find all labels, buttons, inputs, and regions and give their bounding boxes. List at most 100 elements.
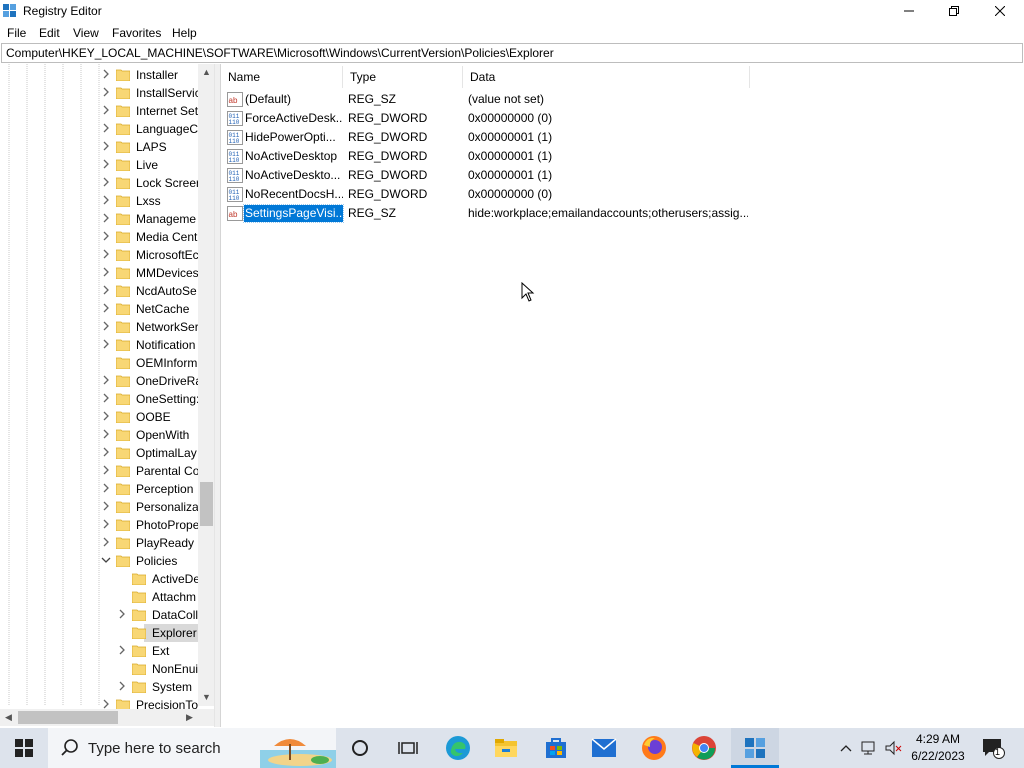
tree-item[interactable]: LAPS: [0, 138, 200, 156]
tree-item[interactable]: NonEnui: [0, 660, 200, 678]
chevron-right-icon[interactable]: [101, 303, 111, 315]
value-row[interactable]: 011 110 ForceActiveDesk... REG_DWORD 0x00000…: [221, 109, 1024, 128]
tree-item[interactable]: Explorer: [0, 624, 214, 642]
tray-overflow-button[interactable]: [836, 728, 856, 768]
chevron-right-icon[interactable]: [101, 519, 111, 531]
chevron-right-icon[interactable]: [117, 645, 127, 657]
scroll-right-icon[interactable]: ▶: [181, 709, 198, 726]
taskbar-firefox[interactable]: [630, 728, 678, 768]
tree-horizontal-scrollbar[interactable]: ◀ ▶: [0, 709, 198, 726]
chevron-right-icon[interactable]: [101, 339, 111, 351]
tree-item[interactable]: OpenWith: [0, 426, 200, 444]
tree-vertical-scrollbar[interactable]: ▲ ▼: [198, 64, 214, 706]
menu-help[interactable]: Help: [172, 26, 197, 40]
restore-button[interactable]: [931, 0, 977, 23]
taskbar-clock[interactable]: 4:29 AM 6/22/2023: [900, 731, 976, 765]
column-name-header[interactable]: Name: [221, 66, 343, 88]
chevron-right-icon[interactable]: [101, 447, 111, 459]
column-type-header[interactable]: Type: [343, 66, 463, 88]
taskbar-chrome[interactable]: [680, 728, 728, 768]
scroll-up-icon[interactable]: ▲: [198, 64, 214, 81]
tree-item[interactable]: PlayReady: [0, 534, 200, 552]
chevron-right-icon[interactable]: [101, 141, 111, 153]
tree-item[interactable]: NcdAutoSe: [0, 282, 200, 300]
chevron-right-icon[interactable]: [101, 321, 111, 333]
value-row[interactable]: 011 110 NoActiveDeskto... REG_DWORD 0x000000…: [221, 166, 1024, 185]
chevron-right-icon[interactable]: [101, 123, 111, 135]
chevron-right-icon[interactable]: [117, 609, 127, 621]
value-row[interactable]: ab (Default) REG_SZ (value not set): [221, 90, 1024, 109]
column-data-header[interactable]: Data: [463, 66, 750, 88]
taskbar-edge[interactable]: [434, 728, 482, 768]
action-center-button[interactable]: 1: [980, 728, 1006, 768]
tree-item[interactable]: Policies: [0, 552, 200, 570]
chevron-right-icon[interactable]: [101, 195, 111, 207]
close-button[interactable]: [977, 0, 1023, 23]
tree-item[interactable]: OneSetting:: [0, 390, 200, 408]
menu-favorites[interactable]: Favorites: [112, 26, 161, 40]
chevron-right-icon[interactable]: [101, 285, 111, 297]
value-row[interactable]: ab SettingsPageVisi... REG_SZ hide:workplac…: [221, 204, 1024, 223]
chevron-down-icon[interactable]: [101, 555, 111, 567]
menu-file[interactable]: File: [7, 26, 26, 40]
tree-item[interactable]: InstallServic: [0, 84, 200, 102]
tree-item[interactable]: LanguageC: [0, 120, 200, 138]
tray-network[interactable]: [860, 728, 880, 768]
tree-item[interactable]: Notification: [0, 336, 200, 354]
tree-item[interactable]: Parental Co: [0, 462, 200, 480]
chevron-right-icon[interactable]: [101, 159, 111, 171]
scroll-down-icon[interactable]: ▼: [198, 689, 214, 706]
tree-item[interactable]: Live: [0, 156, 200, 174]
tree-item[interactable]: OptimalLay: [0, 444, 200, 462]
value-row[interactable]: 011 110 HidePowerOpti... REG_DWORD 0x0000000…: [221, 128, 1024, 147]
taskbar-mail[interactable]: [580, 728, 628, 768]
chevron-right-icon[interactable]: [101, 69, 111, 81]
minimize-button[interactable]: [886, 0, 932, 23]
tree-item[interactable]: NetCache: [0, 300, 200, 318]
tree-item[interactable]: OEMInform: [0, 354, 200, 372]
tree-item[interactable]: OneDriveRa: [0, 372, 200, 390]
tree-item[interactable]: Media Cent: [0, 228, 200, 246]
chevron-right-icon[interactable]: [101, 501, 111, 513]
tree-item[interactable]: Installer: [0, 66, 200, 84]
tree-item[interactable]: Perception: [0, 480, 200, 498]
chevron-right-icon[interactable]: [101, 177, 111, 189]
tree-item[interactable]: Ext: [0, 642, 200, 660]
tree-item[interactable]: MMDevices: [0, 264, 200, 282]
chevron-right-icon[interactable]: [101, 411, 111, 423]
taskbar-file-explorer[interactable]: [482, 728, 530, 768]
chevron-right-icon[interactable]: [101, 267, 111, 279]
chevron-right-icon[interactable]: [101, 105, 111, 117]
value-row[interactable]: 011 110 NoActiveDesktop REG_DWORD 0x00000001…: [221, 147, 1024, 166]
tree-item[interactable]: ActiveDe: [0, 570, 200, 588]
tree-item[interactable]: System: [0, 678, 200, 696]
taskbar-store[interactable]: [532, 728, 580, 768]
chevron-right-icon[interactable]: [101, 249, 111, 261]
tree-item[interactable]: Internet Set: [0, 102, 200, 120]
chevron-right-icon[interactable]: [101, 375, 111, 387]
tree-item[interactable]: PhotoPrope: [0, 516, 200, 534]
tree-item[interactable]: Manageme: [0, 210, 200, 228]
address-bar[interactable]: Computer\HKEY_LOCAL_MACHINE\SOFTWARE\Mic…: [1, 43, 1023, 63]
chevron-right-icon[interactable]: [101, 213, 111, 225]
taskbar-search[interactable]: Type here to search: [48, 728, 336, 768]
tree-item[interactable]: OOBE: [0, 408, 200, 426]
start-button[interactable]: [0, 728, 48, 768]
chevron-right-icon[interactable]: [101, 393, 111, 405]
tree-item[interactable]: Lock Screer: [0, 174, 200, 192]
chevron-right-icon[interactable]: [117, 681, 127, 693]
tree-item[interactable]: Lxss: [0, 192, 200, 210]
value-row[interactable]: 011 110 NoRecentDocsH... REG_DWORD 0x0000000…: [221, 185, 1024, 204]
tree-scroll-thumb[interactable]: [200, 482, 213, 526]
chevron-right-icon[interactable]: [101, 483, 111, 495]
taskbar-cortana[interactable]: [336, 728, 384, 768]
chevron-right-icon[interactable]: [101, 87, 111, 99]
chevron-right-icon[interactable]: [101, 429, 111, 441]
tree-item[interactable]: Personalizat: [0, 498, 200, 516]
chevron-right-icon[interactable]: [101, 465, 111, 477]
tree-item[interactable]: NetworkSer: [0, 318, 200, 336]
tree-item[interactable]: DataColl: [0, 606, 200, 624]
chevron-right-icon[interactable]: [101, 537, 111, 549]
taskbar-regedit[interactable]: [731, 728, 779, 768]
menu-view[interactable]: View: [73, 26, 99, 40]
